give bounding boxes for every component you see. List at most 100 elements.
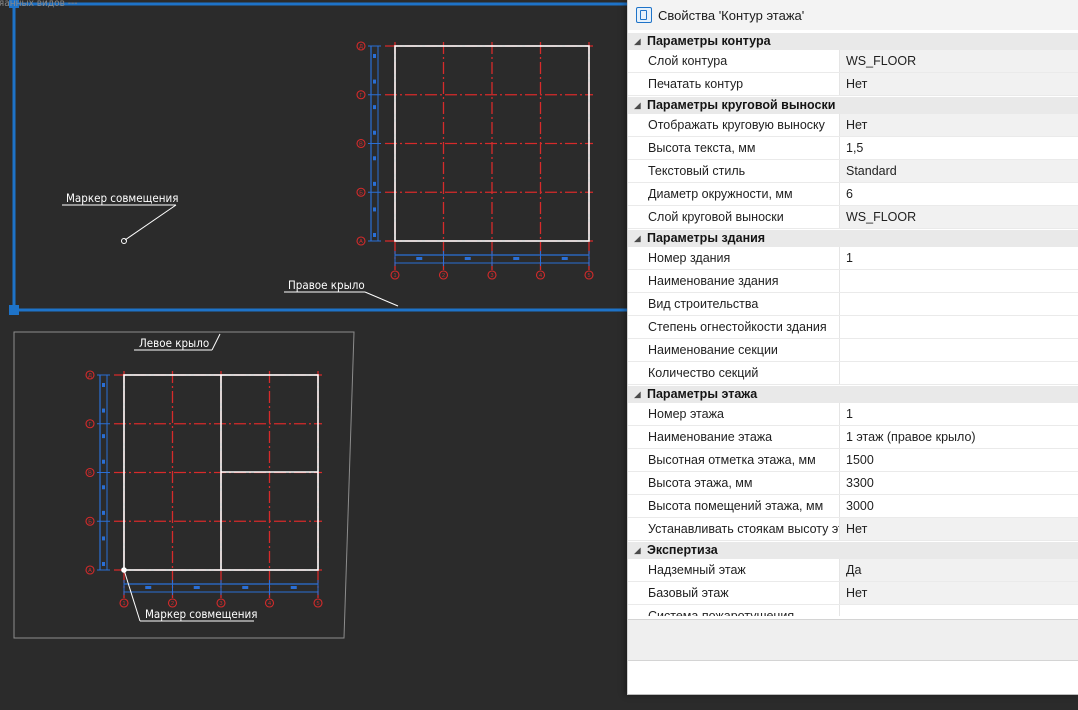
property-value[interactable]: [840, 339, 1078, 361]
property-row[interactable]: Вид строительства: [628, 293, 1078, 316]
axis-label: Б: [88, 519, 92, 525]
property-value[interactable]: 3300: [840, 472, 1078, 494]
property-value[interactable]: Нет: [840, 518, 1078, 540]
property-row[interactable]: Высота этажа, мм 3300: [628, 472, 1078, 495]
category-header[interactable]: ◢ Экспертиза: [628, 541, 1078, 559]
property-value[interactable]: 6: [840, 183, 1078, 205]
property-value[interactable]: Нет: [840, 582, 1078, 604]
dimension-mark: [561, 257, 568, 260]
property-value[interactable]: [840, 605, 1078, 616]
marker-label: Маркер совмещения: [66, 191, 178, 205]
property-name: Высота помещений этажа, мм: [628, 495, 840, 517]
axis-label: 3: [490, 273, 493, 279]
axis-label: Б: [359, 190, 363, 196]
dimension-mark: [102, 408, 105, 413]
property-row[interactable]: Номер этажа 1: [628, 403, 1078, 426]
property-value[interactable]: Да: [840, 559, 1078, 581]
property-row[interactable]: Номер здания 1: [628, 247, 1078, 270]
property-row[interactable]: Наименование секции: [628, 339, 1078, 362]
property-name: Базовый этаж: [628, 582, 840, 604]
property-row[interactable]: Надземный этаж Да: [628, 559, 1078, 582]
marker-label: Маркер совмещения: [145, 607, 257, 621]
collapse-triangle-icon[interactable]: ◢: [628, 33, 647, 50]
axis-label: В: [359, 142, 363, 148]
left-wing-axes: 1 2 3 4 5ДГВБА: [85, 370, 323, 608]
collapse-triangle-icon[interactable]: ◢: [628, 230, 647, 247]
marker-callout-1[interactable]: Маркер совмещения: [62, 191, 178, 244]
property-value[interactable]: 3000: [840, 495, 1078, 517]
axis-label: 4: [268, 601, 271, 607]
dimension-mark: [193, 586, 200, 589]
properties-panel: Свойства 'Контур этажа' ◢ Параметры конту…: [627, 0, 1078, 695]
category-name: Параметры контура: [647, 34, 771, 48]
dimension-mark: [102, 485, 105, 490]
property-row[interactable]: Количество секций: [628, 362, 1078, 385]
dimension-mark: [513, 257, 520, 260]
property-row[interactable]: Печатать контур Нет: [628, 73, 1078, 96]
category-header[interactable]: ◢ Параметры этажа: [628, 385, 1078, 403]
property-name: Высота этажа, мм: [628, 472, 840, 494]
property-row[interactable]: Степень огнестойкости здания: [628, 316, 1078, 339]
property-row[interactable]: Наименование этажа 1 этаж (правое крыло): [628, 426, 1078, 449]
property-value[interactable]: [840, 316, 1078, 338]
category-name: Параметры круговой выноски: [647, 98, 836, 112]
property-value[interactable]: Нет: [840, 114, 1078, 136]
property-value[interactable]: 1: [840, 247, 1078, 269]
property-value[interactable]: WS_FLOOR: [840, 206, 1078, 228]
property-row[interactable]: Отображать круговую выноску Нет: [628, 114, 1078, 137]
property-value[interactable]: WS_FLOOR: [840, 50, 1078, 72]
axis-label: 4: [539, 273, 542, 279]
grip-handle[interactable]: [9, 305, 19, 315]
property-name: Количество секций: [628, 362, 840, 384]
category-header[interactable]: ◢ Параметры здания: [628, 229, 1078, 247]
right-wing-frame[interactable]: [9, 0, 628, 315]
axis-label: Д: [88, 373, 92, 379]
property-value[interactable]: 1: [840, 403, 1078, 425]
property-value[interactable]: 1 этаж (правое крыло): [840, 426, 1078, 448]
dimension-mark: [373, 156, 376, 161]
property-value[interactable]: 1500: [840, 449, 1078, 471]
property-row[interactable]: Наименование здания: [628, 270, 1078, 293]
property-row[interactable]: Высотная отметка этажа, мм 1500: [628, 449, 1078, 472]
property-name: Слой контура: [628, 50, 840, 72]
property-value[interactable]: Нет: [840, 73, 1078, 95]
property-name: Текстовый стиль: [628, 160, 840, 182]
property-value[interactable]: Standard: [840, 160, 1078, 182]
property-row[interactable]: Слой контура WS_FLOOR: [628, 50, 1078, 73]
property-row[interactable]: Высота текста, мм 1,5: [628, 137, 1078, 160]
description-area: [628, 619, 1078, 661]
right-wing-callout[interactable]: Правое крыло: [284, 278, 399, 307]
property-value[interactable]: [840, 362, 1078, 384]
panel-title-bar[interactable]: Свойства 'Контур этажа': [628, 0, 1078, 30]
right-wing-plan[interactable]: 1 2 3 4 5 Д Г В Б А: [356, 41, 594, 280]
property-name: Наименование этажа: [628, 426, 840, 448]
property-name: Номер здания: [628, 247, 840, 269]
marker-callout-2[interactable]: Маркер совмещения: [121, 567, 257, 622]
property-row[interactable]: Высота помещений этажа, мм 3000: [628, 495, 1078, 518]
right-wing-axes: 1 2 3 4 5 Д Г В Б А: [356, 41, 594, 280]
category-header[interactable]: ◢ Параметры контура: [628, 32, 1078, 50]
property-row[interactable]: Диаметр окружности, мм 6: [628, 183, 1078, 206]
property-name: Отображать круговую выноску: [628, 114, 840, 136]
collapse-triangle-icon[interactable]: ◢: [628, 542, 647, 559]
cad-canvas[interactable]: зяанных видов --- 1 2 3 4 5 Д Г В Б А Маркер совм…: [0, 0, 628, 710]
property-row[interactable]: Система пожаротушения: [628, 605, 1078, 616]
collapse-triangle-icon[interactable]: ◢: [628, 386, 647, 403]
property-name: Степень огнестойкости здания: [628, 316, 840, 338]
collapse-triangle-icon[interactable]: ◢: [628, 97, 647, 114]
axis-label: 5: [316, 601, 319, 607]
property-row[interactable]: Текстовый стиль Standard: [628, 160, 1078, 183]
property-row[interactable]: Базовый этаж Нет: [628, 582, 1078, 605]
property-row[interactable]: Слой круговой выноски WS_FLOOR: [628, 206, 1078, 229]
dimension-mark: [102, 434, 105, 439]
left-wing-callout[interactable]: Левое крыло: [134, 333, 221, 351]
property-name: Высотная отметка этажа, мм: [628, 449, 840, 471]
property-value[interactable]: [840, 293, 1078, 315]
property-name: Устанавливать стоякам высоту этаж...: [628, 518, 840, 540]
property-value[interactable]: [840, 270, 1078, 292]
axis-label: А: [359, 239, 363, 245]
property-value[interactable]: 1,5: [840, 137, 1078, 159]
category-header[interactable]: ◢ Параметры круговой выноски: [628, 96, 1078, 114]
left-wing-plan[interactable]: 1 2 3 4 5ДГВБА: [85, 370, 323, 608]
property-row[interactable]: Устанавливать стоякам высоту этаж...Нет: [628, 518, 1078, 541]
